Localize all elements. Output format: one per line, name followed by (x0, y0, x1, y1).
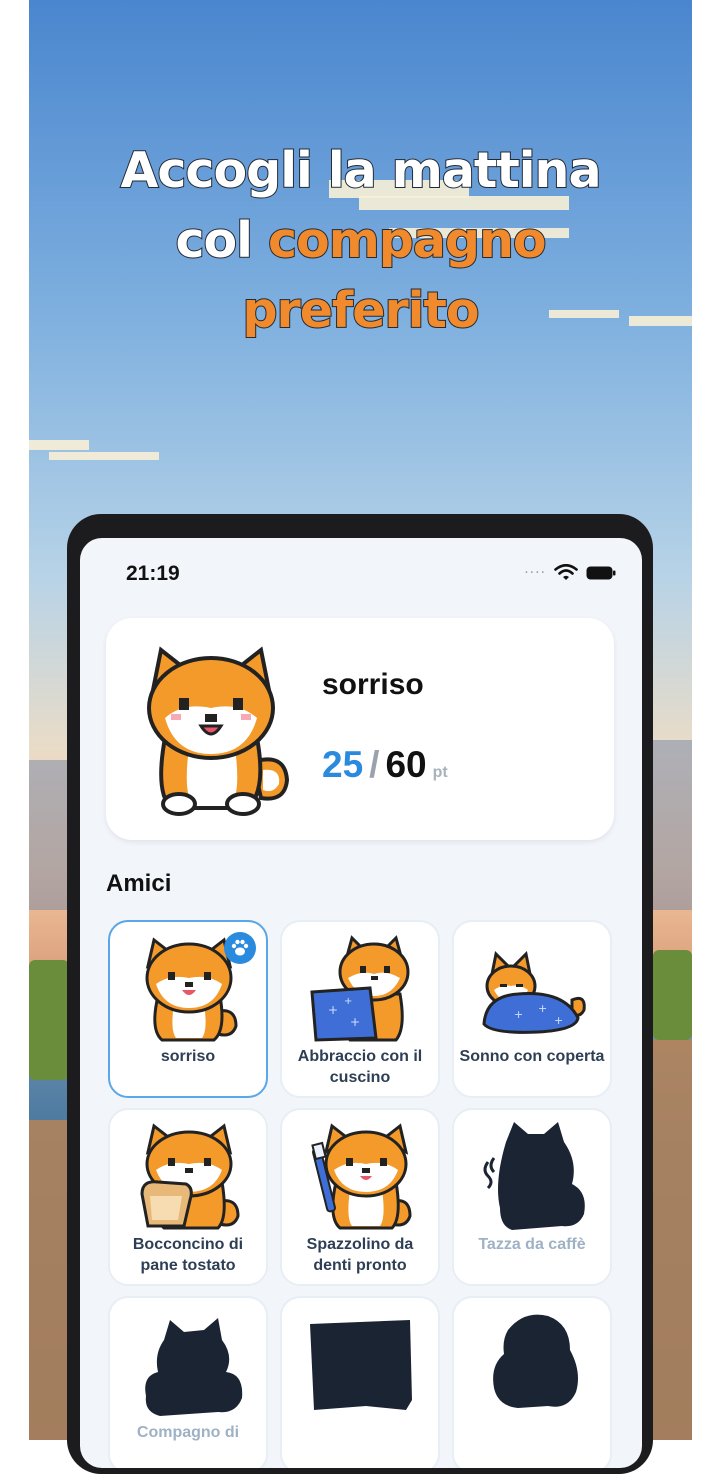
friend-tile-locked-9[interactable] (452, 1296, 612, 1468)
status-icons: ···· (524, 564, 616, 582)
svg-text:+: + (514, 1008, 523, 1021)
points-max: 60 (385, 744, 427, 785)
svg-text:+: + (538, 1002, 547, 1015)
points-display: 25/60 pt (322, 744, 448, 786)
companion-name: sorriso (322, 668, 424, 701)
points-separator: / (369, 744, 380, 785)
locked-silhouette-icon (493, 1314, 578, 1408)
right-margin (692, 0, 720, 1440)
friend-tile-blanket-sleep[interactable]: + + + Sonno con coperta (452, 920, 612, 1098)
shiba-toothbrush-icon (311, 1123, 412, 1230)
headline-line-1: Accogli la mattina (119, 141, 602, 200)
signal-icon: ···· (524, 565, 546, 581)
friend-tile-toothbrush[interactable]: Spazzolino da denti pronto (280, 1108, 440, 1286)
friend-tile-sorriso[interactable]: sorriso (108, 920, 268, 1098)
friend-tile-pillow-hug[interactable]: + + + Abbraccio con il cuscino (280, 920, 440, 1098)
headline-line-3: preferito (241, 281, 480, 340)
svg-text:+: + (328, 1003, 338, 1017)
shiba-toast-icon (140, 1123, 240, 1230)
locked-silhouette-icon (310, 1320, 412, 1410)
headline-highlight-word: compagno (267, 211, 548, 270)
friend-tile-companion[interactable]: Compagno di (108, 1296, 268, 1468)
svg-text:+: + (344, 996, 352, 1007)
wifi-icon (554, 564, 578, 580)
shiba-pillow-icon: + + + (310, 935, 410, 1042)
left-margin (0, 0, 29, 1440)
promo-headline: Accogli la mattina col compagno preferit… (29, 136, 692, 346)
shiba-blanket-icon: + + + (482, 950, 586, 1034)
locked-silhouette-icon (483, 1122, 585, 1230)
friend-label: sorriso (160, 1048, 216, 1065)
svg-text:+: + (350, 1015, 360, 1029)
companion-profile-card[interactable]: sorriso 25/60 pt (106, 618, 614, 840)
app-screen: 21:19 ···· sorriso 25 / 60 pt Amici sorr… (80, 538, 642, 1468)
friend-tile-locked-8[interactable] (280, 1296, 440, 1468)
friend-label: Sonno con coperta (459, 1048, 605, 1065)
friend-label: Spazzolino da denti pronto (306, 1236, 414, 1274)
friend-label: Bocconcino di pane tostato (132, 1236, 244, 1274)
battery-icon (586, 566, 616, 580)
status-time: 21:19 (126, 562, 180, 585)
friends-section-title: Amici (106, 870, 172, 897)
shiba-dog-avatar (147, 646, 290, 816)
locked-silhouette-icon (145, 1318, 243, 1416)
points-current: 25 (322, 744, 364, 785)
paw-icon (224, 932, 256, 964)
friend-tile-toast[interactable]: Bocconcino di pane tostato (108, 1108, 268, 1286)
friend-tile-coffee-cup[interactable]: Tazza da caffè (452, 1108, 612, 1286)
svg-text:+: + (554, 1014, 563, 1027)
headline-line-2: col compagno (29, 206, 692, 276)
friend-label: Tazza da caffè (478, 1236, 586, 1253)
headline-line-2-prefix: col (174, 211, 269, 270)
points-unit: pt (432, 764, 448, 781)
friend-label: Abbraccio con il cuscino (297, 1048, 423, 1086)
